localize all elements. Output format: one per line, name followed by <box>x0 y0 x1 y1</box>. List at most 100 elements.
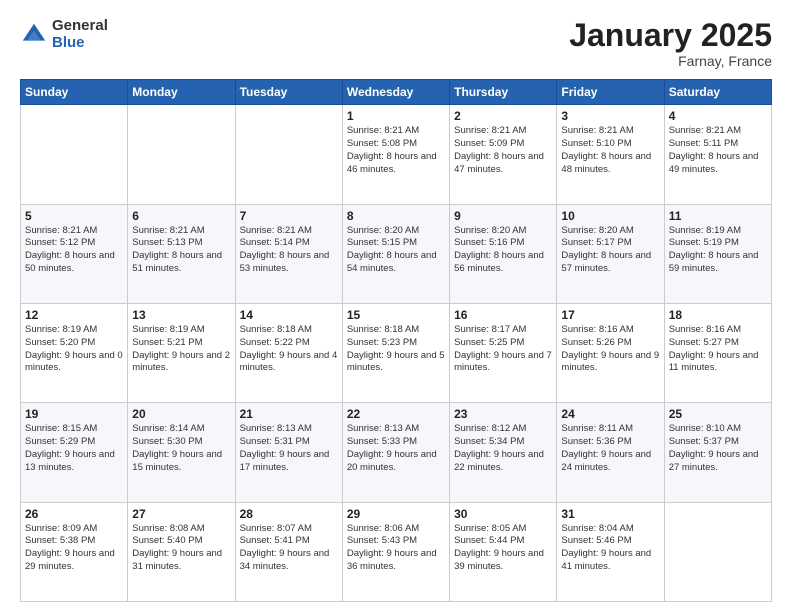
day-number: 25 <box>669 407 767 421</box>
day-number: 27 <box>132 507 230 521</box>
day-number: 15 <box>347 308 445 322</box>
day-info: Sunrise: 8:20 AM Sunset: 5:17 PM Dayligh… <box>561 225 659 276</box>
calendar-cell: 21 Sunrise: 8:13 AM Sunset: 5:31 PM Dayli… <box>235 403 342 502</box>
day-number: 21 <box>240 407 338 421</box>
logo: General Blue <box>20 18 108 51</box>
day-number: 9 <box>454 209 552 223</box>
day-info: Sunrise: 8:06 AM Sunset: 5:43 PM Dayligh… <box>347 523 445 574</box>
logo-text: General Blue <box>52 18 108 51</box>
calendar-cell: 10 Sunrise: 8:20 AM Sunset: 5:17 PM Dayli… <box>557 204 664 303</box>
day-number: 12 <box>25 308 123 322</box>
day-info: Sunrise: 8:14 AM Sunset: 5:30 PM Dayligh… <box>132 423 230 474</box>
calendar-cell: 24 Sunrise: 8:11 AM Sunset: 5:36 PM Dayli… <box>557 403 664 502</box>
day-info: Sunrise: 8:19 AM Sunset: 5:20 PM Dayligh… <box>25 324 123 375</box>
day-number: 17 <box>561 308 659 322</box>
day-number: 16 <box>454 308 552 322</box>
calendar-cell: 7 Sunrise: 8:21 AM Sunset: 5:14 PM Daylig… <box>235 204 342 303</box>
day-info: Sunrise: 8:19 AM Sunset: 5:21 PM Dayligh… <box>132 324 230 375</box>
calendar-cell: 12 Sunrise: 8:19 AM Sunset: 5:20 PM Dayli… <box>21 303 128 402</box>
header-thursday: Thursday <box>450 80 557 105</box>
logo-icon <box>20 21 48 49</box>
day-number: 11 <box>669 209 767 223</box>
day-number: 30 <box>454 507 552 521</box>
calendar-cell: 13 Sunrise: 8:19 AM Sunset: 5:21 PM Dayli… <box>128 303 235 402</box>
calendar-cell: 2Sunrise: 8:21 AM Sunset: 5:09 PM Daylig… <box>450 105 557 204</box>
day-info: Sunrise: 8:09 AM Sunset: 5:38 PM Dayligh… <box>25 523 123 574</box>
day-number: 1 <box>347 109 445 123</box>
day-number: 24 <box>561 407 659 421</box>
calendar-cell: 3Sunrise: 8:21 AM Sunset: 5:10 PM Daylig… <box>557 105 664 204</box>
title-block: January 2025 Farnay, France <box>569 18 772 69</box>
day-info: Sunrise: 8:11 AM Sunset: 5:36 PM Dayligh… <box>561 423 659 474</box>
day-number: 10 <box>561 209 659 223</box>
day-info: Sunrise: 8:21 AM Sunset: 5:14 PM Dayligh… <box>240 225 338 276</box>
day-number: 23 <box>454 407 552 421</box>
calendar-cell: 4 Sunrise: 8:21 AM Sunset: 5:11 PM Daylig… <box>664 105 771 204</box>
day-info: Sunrise: 8:17 AM Sunset: 5:25 PM Dayligh… <box>454 324 552 375</box>
calendar-cell: 18Sunrise: 8:16 AM Sunset: 5:27 PM Dayli… <box>664 303 771 402</box>
calendar-cell: 27 Sunrise: 8:08 AM Sunset: 5:40 PM Dayli… <box>128 502 235 601</box>
day-number: 6 <box>132 209 230 223</box>
calendar-cell <box>21 105 128 204</box>
calendar-cell: 8Sunrise: 8:20 AM Sunset: 5:15 PM Daylig… <box>342 204 449 303</box>
day-number: 4 <box>669 109 767 123</box>
logo-general: General <box>52 18 108 35</box>
day-number: 3 <box>561 109 659 123</box>
calendar-cell: 31Sunrise: 8:04 AM Sunset: 5:46 PM Dayli… <box>557 502 664 601</box>
day-info: Sunrise: 8:21 AM Sunset: 5:09 PM Dayligh… <box>454 125 552 176</box>
calendar-week-1: 1 Sunrise: 8:21 AM Sunset: 5:08 PM Daylig… <box>21 105 772 204</box>
day-info: Sunrise: 8:13 AM Sunset: 5:33 PM Dayligh… <box>347 423 445 474</box>
day-info: Sunrise: 8:16 AM Sunset: 5:26 PM Dayligh… <box>561 324 659 375</box>
day-number: 29 <box>347 507 445 521</box>
day-number: 22 <box>347 407 445 421</box>
calendar-cell: 14Sunrise: 8:18 AM Sunset: 5:22 PM Dayli… <box>235 303 342 402</box>
calendar-table: Sunday Monday Tuesday Wednesday Thursday… <box>20 79 772 602</box>
day-info: Sunrise: 8:20 AM Sunset: 5:15 PM Dayligh… <box>347 225 445 276</box>
day-number: 7 <box>240 209 338 223</box>
day-info: Sunrise: 8:04 AM Sunset: 5:46 PM Dayligh… <box>561 523 659 574</box>
calendar-cell <box>128 105 235 204</box>
calendar-cell: 1 Sunrise: 8:21 AM Sunset: 5:08 PM Daylig… <box>342 105 449 204</box>
calendar-cell: 11Sunrise: 8:19 AM Sunset: 5:19 PM Dayli… <box>664 204 771 303</box>
day-info: Sunrise: 8:08 AM Sunset: 5:40 PM Dayligh… <box>132 523 230 574</box>
day-number: 13 <box>132 308 230 322</box>
day-info: Sunrise: 8:21 AM Sunset: 5:08 PM Dayligh… <box>347 125 445 176</box>
calendar-cell: 19Sunrise: 8:15 AM Sunset: 5:29 PM Dayli… <box>21 403 128 502</box>
calendar-cell: 25 Sunrise: 8:10 AM Sunset: 5:37 PM Dayli… <box>664 403 771 502</box>
header-monday: Monday <box>128 80 235 105</box>
header: General Blue January 2025 Farnay, France <box>20 18 772 69</box>
calendar-cell: 5Sunrise: 8:21 AM Sunset: 5:12 PM Daylig… <box>21 204 128 303</box>
calendar-cell <box>235 105 342 204</box>
day-info: Sunrise: 8:07 AM Sunset: 5:41 PM Dayligh… <box>240 523 338 574</box>
calendar-cell <box>664 502 771 601</box>
day-info: Sunrise: 8:12 AM Sunset: 5:34 PM Dayligh… <box>454 423 552 474</box>
day-info: Sunrise: 8:05 AM Sunset: 5:44 PM Dayligh… <box>454 523 552 574</box>
header-sunday: Sunday <box>21 80 128 105</box>
day-number: 20 <box>132 407 230 421</box>
day-info: Sunrise: 8:13 AM Sunset: 5:31 PM Dayligh… <box>240 423 338 474</box>
day-info: Sunrise: 8:20 AM Sunset: 5:16 PM Dayligh… <box>454 225 552 276</box>
location: Farnay, France <box>569 53 772 69</box>
day-number: 26 <box>25 507 123 521</box>
day-number: 14 <box>240 308 338 322</box>
day-info: Sunrise: 8:21 AM Sunset: 5:11 PM Dayligh… <box>669 125 767 176</box>
calendar-header-row: Sunday Monday Tuesday Wednesday Thursday… <box>21 80 772 105</box>
calendar-cell: 30 Sunrise: 8:05 AM Sunset: 5:44 PM Dayli… <box>450 502 557 601</box>
calendar-cell: 26 Sunrise: 8:09 AM Sunset: 5:38 PM Dayli… <box>21 502 128 601</box>
logo-blue: Blue <box>52 35 108 52</box>
calendar-week-5: 26 Sunrise: 8:09 AM Sunset: 5:38 PM Dayli… <box>21 502 772 601</box>
calendar-cell: 23 Sunrise: 8:12 AM Sunset: 5:34 PM Dayli… <box>450 403 557 502</box>
day-info: Sunrise: 8:10 AM Sunset: 5:37 PM Dayligh… <box>669 423 767 474</box>
header-tuesday: Tuesday <box>235 80 342 105</box>
calendar-cell: 9 Sunrise: 8:20 AM Sunset: 5:16 PM Daylig… <box>450 204 557 303</box>
day-info: Sunrise: 8:21 AM Sunset: 5:12 PM Dayligh… <box>25 225 123 276</box>
header-wednesday: Wednesday <box>342 80 449 105</box>
calendar-cell: 15 Sunrise: 8:18 AM Sunset: 5:23 PM Dayli… <box>342 303 449 402</box>
calendar-cell: 17 Sunrise: 8:16 AM Sunset: 5:26 PM Dayli… <box>557 303 664 402</box>
month-title: January 2025 <box>569 18 772 53</box>
header-friday: Friday <box>557 80 664 105</box>
page: General Blue January 2025 Farnay, France… <box>0 0 792 612</box>
day-info: Sunrise: 8:18 AM Sunset: 5:23 PM Dayligh… <box>347 324 445 375</box>
day-info: Sunrise: 8:15 AM Sunset: 5:29 PM Dayligh… <box>25 423 123 474</box>
calendar-cell: 28Sunrise: 8:07 AM Sunset: 5:41 PM Dayli… <box>235 502 342 601</box>
